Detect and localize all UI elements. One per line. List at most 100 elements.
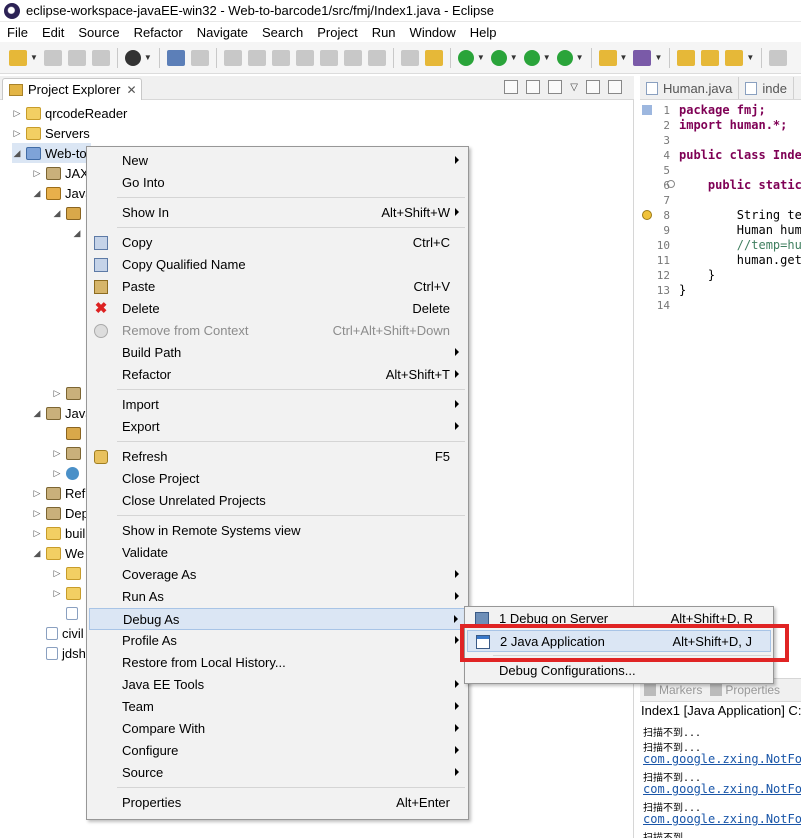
expand-icon[interactable]: ▷ <box>52 448 62 459</box>
menu-item-export[interactable]: Export <box>89 416 466 438</box>
drop-to-frame-icon[interactable] <box>400 49 419 66</box>
tree-item-webcontent[interactable]: ◢ We <box>32 543 85 563</box>
tree-item-webcontent-folder-1[interactable]: ▷ <box>52 563 85 583</box>
menu-item-restore-from-local-history[interactable]: Restore from Local History... <box>89 652 466 674</box>
resume-icon[interactable] <box>223 49 242 66</box>
new-class-icon[interactable] <box>633 49 652 66</box>
expand-icon[interactable]: ▷ <box>32 168 42 179</box>
menu-item-run-as[interactable]: Run As <box>89 586 466 608</box>
user-icon[interactable] <box>124 49 141 66</box>
external-tools-icon[interactable] <box>556 49 573 66</box>
menu-help[interactable]: Help <box>463 25 504 40</box>
expand-icon[interactable]: ▷ <box>52 388 62 399</box>
tree-item-webcontent-file[interactable] <box>52 603 82 623</box>
menu-item-coverage-as[interactable]: Coverage As <box>89 564 466 586</box>
menu-source[interactable]: Source <box>71 25 126 40</box>
tree-item-js-child-3[interactable]: ▷ <box>52 463 83 483</box>
tree-item-referenced-libraries[interactable]: ▷ Ref <box>32 483 86 503</box>
new-icon[interactable] <box>9 49 27 66</box>
tree-item-js-child-2[interactable]: ▷ <box>52 443 85 463</box>
dropdown-arrow-icon[interactable]: ▼ <box>576 53 584 62</box>
menu-search[interactable]: Search <box>255 25 310 40</box>
maximize-icon[interactable] <box>608 80 622 94</box>
suspend-icon[interactable] <box>247 49 266 66</box>
tab-properties[interactable]: Properties <box>706 683 784 697</box>
tab-index-java[interactable]: inde <box>739 77 794 99</box>
tree-item-deployed-resources[interactable]: ▷ Dep <box>32 503 89 523</box>
open-type-icon[interactable] <box>677 49 696 66</box>
run-server-icon[interactable] <box>523 49 540 66</box>
menu-item-build-path[interactable]: Build Path <box>89 342 466 364</box>
tree-item-java-resources[interactable]: ◢ Java <box>32 183 93 203</box>
tab-human-java[interactable]: Human.java <box>640 77 740 99</box>
tree-item-javascript-resources[interactable]: ◢ Java <box>32 403 93 423</box>
menu-item-new[interactable]: New <box>89 150 466 172</box>
view-menu-icon[interactable]: ▽ <box>570 82 578 93</box>
menu-item-show-in[interactable]: Show In Alt+Shift+W <box>89 202 466 224</box>
collapse-icon[interactable]: ◢ <box>52 208 62 219</box>
menu-item-debug-configurations[interactable]: Debug Configurations... <box>467 660 771 682</box>
code-editor[interactable]: 1 2 3 4 5 6 7 8 9 10 11 12 13 14 package… <box>640 100 801 676</box>
tree-item-jdsh[interactable]: jdsh <box>32 643 86 663</box>
step-return-icon[interactable] <box>367 49 386 66</box>
expand-icon[interactable]: ▷ <box>32 508 42 519</box>
disconnect-icon[interactable] <box>295 49 314 66</box>
menu-navigate[interactable]: Navigate <box>190 25 255 40</box>
dropdown-arrow-icon[interactable]: ▼ <box>510 53 518 62</box>
menu-edit[interactable]: Edit <box>35 25 71 40</box>
collapse-icon[interactable]: ◢ <box>72 228 82 239</box>
menu-item-close-project[interactable]: Close Project <box>89 468 466 490</box>
menu-item-properties[interactable]: Properties Alt+Enter <box>89 792 466 814</box>
tree-item-src[interactable]: ◢ <box>52 203 85 223</box>
debug-icon[interactable] <box>457 49 474 66</box>
warning-icon[interactable] <box>642 210 652 220</box>
menu-item-team[interactable]: Team <box>89 696 466 718</box>
tree-item-civil[interactable]: civil <box>32 623 84 643</box>
collapse-all-icon[interactable] <box>504 80 519 94</box>
menu-item-profile-as[interactable]: Profile As <box>89 630 466 652</box>
expand-icon[interactable]: ▷ <box>52 588 62 599</box>
menu-item-go-into[interactable]: Go Into <box>89 172 466 194</box>
menu-item-source[interactable]: Source <box>89 762 466 784</box>
save-icon[interactable] <box>43 49 62 66</box>
menu-project[interactable]: Project <box>310 25 364 40</box>
dropdown-arrow-icon[interactable]: ▼ <box>30 53 38 62</box>
menu-window[interactable]: Window <box>403 25 463 40</box>
save-all-icon[interactable] <box>67 49 86 66</box>
terminate-icon[interactable] <box>271 49 290 66</box>
dropdown-arrow-icon[interactable]: ▼ <box>477 53 485 62</box>
use-step-filters-icon[interactable] <box>424 49 443 66</box>
menu-item-configure[interactable]: Configure <box>89 740 466 762</box>
tree-item-web-to-barcode1[interactable]: ◢ Web-to <box>12 143 91 163</box>
menu-item-debug-on-server[interactable]: 1 Debug on Server Alt+Shift+D, R <box>467 608 771 630</box>
console-view[interactable]: Index1 [Java Application] C: 扫描不到... 扫描不… <box>640 702 801 838</box>
menu-item-compare-with[interactable]: Compare With <box>89 718 466 740</box>
dropdown-arrow-icon[interactable]: ▼ <box>543 53 551 62</box>
collapse-icon[interactable]: ◢ <box>12 148 22 159</box>
view-filter-icon[interactable] <box>548 80 563 94</box>
menu-item-validate[interactable]: Validate <box>89 542 466 564</box>
tree-item-build[interactable]: ▷ buil <box>32 523 86 543</box>
dropdown-arrow-icon[interactable]: ▼ <box>144 53 152 62</box>
tab-markers[interactable]: Markers <box>640 683 706 697</box>
menu-item-show-in-remote-systems[interactable]: Show in Remote Systems view <box>89 520 466 542</box>
tree-item-js-child-1[interactable] <box>52 423 85 443</box>
new-java-project-icon[interactable] <box>598 49 617 66</box>
run-icon[interactable] <box>490 49 507 66</box>
tree-item-webcontent-folder-2[interactable]: ▷ <box>52 583 85 603</box>
collapse-icon[interactable]: ◢ <box>32 408 42 419</box>
step-into-icon[interactable] <box>319 49 338 66</box>
expand-icon[interactable]: ▷ <box>52 468 62 479</box>
expand-icon[interactable]: ▷ <box>32 488 42 499</box>
open-folder-icon[interactable] <box>701 49 720 66</box>
tree-item-libraries[interactable]: ▷ <box>52 383 85 403</box>
menu-item-refresh[interactable]: Refresh F5 <box>89 446 466 468</box>
menu-item-debug-java-application[interactable]: 2 Java Application Alt+Shift+D, J <box>467 630 771 652</box>
expand-icon[interactable]: ▷ <box>12 128 22 139</box>
menu-item-java-ee-tools[interactable]: Java EE Tools <box>89 674 466 696</box>
menu-item-debug-as[interactable]: Debug As <box>89 608 466 630</box>
terminal-icon[interactable] <box>166 49 185 66</box>
expand-icon[interactable]: ▷ <box>32 528 42 539</box>
dropdown-arrow-icon[interactable]: ▼ <box>654 53 662 62</box>
expand-icon[interactable]: ▷ <box>52 568 62 579</box>
